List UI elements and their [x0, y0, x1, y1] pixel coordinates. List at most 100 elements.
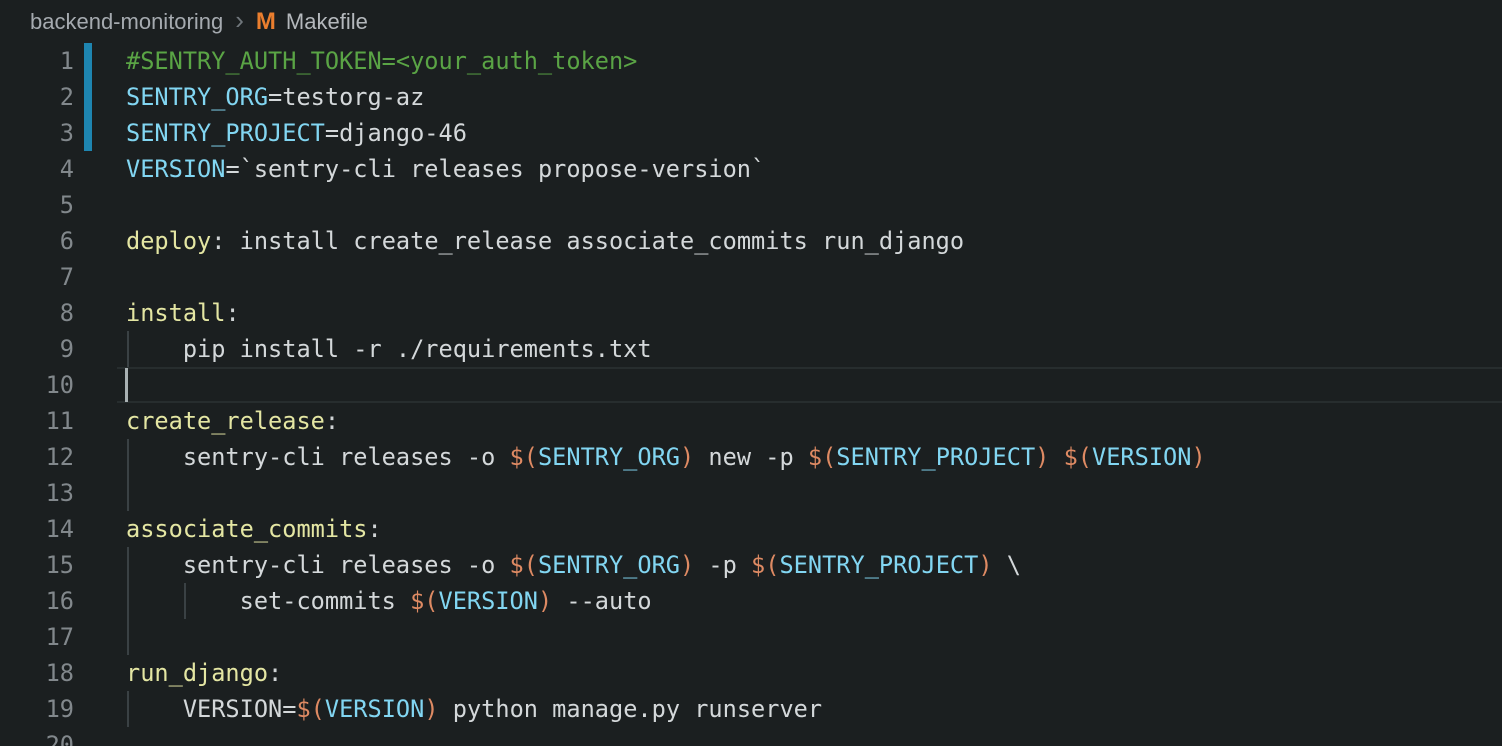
line-number[interactable]: 13 [0, 475, 74, 511]
token-punct: : [325, 407, 339, 435]
line-text: run_django: [74, 655, 1502, 691]
line-body[interactable]: install: [74, 295, 1502, 331]
line-body[interactable]: set-commits $(VERSION) --auto [74, 583, 1502, 619]
code-line-9[interactable]: 9 pip install -r ./requirements.txt [0, 331, 1502, 367]
line-text: sentry-cli releases -o $(SENTRY_ORG) new… [74, 439, 1502, 475]
line-body[interactable] [74, 727, 1502, 746]
token-interp: ) [680, 443, 694, 471]
code-line-18[interactable]: 18run_django: [0, 655, 1502, 691]
line-number[interactable]: 19 [0, 691, 74, 727]
line-body[interactable] [74, 259, 1502, 295]
code-line-8[interactable]: 8install: [0, 295, 1502, 331]
code-line-14[interactable]: 14associate_commits: [0, 511, 1502, 547]
code-line-3[interactable]: 3SENTRY_PROJECT=django-46 [0, 115, 1502, 151]
code-line-19[interactable]: 19 VERSION=$(VERSION) python manage.py r… [0, 691, 1502, 727]
line-number[interactable]: 17 [0, 619, 74, 655]
line-number[interactable]: 7 [0, 259, 74, 295]
code-line-1[interactable]: 1 #SENTRY_AUTH_TOKEN=<your_auth_token> [0, 43, 1502, 79]
line-number[interactable]: 3 [0, 115, 74, 151]
code-line-20[interactable]: 20 [0, 727, 1502, 746]
line-number[interactable]: 18 [0, 655, 74, 691]
line-body[interactable]: run_django: [74, 655, 1502, 691]
text-cursor [125, 368, 128, 402]
token-interp: $( [808, 443, 836, 471]
line-number[interactable]: 5 [0, 187, 74, 223]
breadcrumb: backend-monitoring › M Makefile [0, 0, 1502, 43]
token-variable: VERSION [325, 695, 424, 723]
line-number[interactable]: 10 [0, 367, 74, 403]
token-interp: ) [538, 587, 552, 615]
token-target: run_django [126, 659, 268, 687]
token-plain: set-commits [126, 587, 410, 615]
token-variable: SENTRY_ORG [538, 443, 680, 471]
token-variable: VERSION [126, 155, 225, 183]
line-body[interactable]: sentry-cli releases -o $(SENTRY_ORG) new… [74, 439, 1502, 475]
line-number[interactable]: 9 [0, 331, 74, 367]
token-variable: VERSION [1092, 443, 1191, 471]
token-interp: $( [1064, 443, 1092, 471]
code-line-5[interactable]: 5 [0, 187, 1502, 223]
code-line-6[interactable]: 6deploy: install create_release associat… [0, 223, 1502, 259]
token-variable: SENTRY_ORG [126, 83, 268, 111]
line-body[interactable] [74, 619, 1502, 655]
line-body[interactable]: sentry-cli releases -o $(SENTRY_ORG) -p … [74, 547, 1502, 583]
line-number[interactable]: 20 [0, 727, 74, 746]
line-number[interactable]: 6 [0, 223, 74, 259]
line-body[interactable]: pip install -r ./requirements.txt [74, 331, 1502, 367]
token-interp: ) [680, 551, 694, 579]
indent-guide [127, 475, 129, 511]
token-plain: \ [993, 551, 1021, 579]
line-number[interactable]: 2 [0, 79, 74, 115]
line-body[interactable] [74, 187, 1502, 223]
token-plain: =`sentry-cli releases propose-version` [225, 155, 765, 183]
token-plain: -p [694, 551, 751, 579]
code-line-12[interactable]: 12 sentry-cli releases -o $(SENTRY_ORG) … [0, 439, 1502, 475]
token-interp: $( [751, 551, 779, 579]
token-plain: sentry-cli releases -o [126, 551, 510, 579]
line-number[interactable]: 15 [0, 547, 74, 583]
line-body[interactable]: VERSION=$(VERSION) python manage.py runs… [74, 691, 1502, 727]
breadcrumb-file[interactable]: Makefile [286, 9, 368, 35]
code-line-4[interactable]: 4VERSION=`sentry-cli releases propose-ve… [0, 151, 1502, 187]
line-body[interactable]: #SENTRY_AUTH_TOKEN=<your_auth_token> [74, 43, 1502, 79]
token-plain: =testorg-az [268, 83, 424, 111]
token-plain: --auto [552, 587, 651, 615]
line-text: SENTRY_PROJECT=django-46 [74, 115, 1502, 151]
current-line-highlight [117, 367, 1502, 403]
line-body[interactable]: SENTRY_ORG=testorg-az [74, 79, 1502, 115]
line-body[interactable]: VERSION=`sentry-cli releases propose-ver… [74, 151, 1502, 187]
line-body[interactable]: associate_commits: [74, 511, 1502, 547]
code-line-16[interactable]: 16 set-commits $(VERSION) --auto [0, 583, 1502, 619]
line-text: associate_commits: [74, 511, 1502, 547]
line-number[interactable]: 4 [0, 151, 74, 187]
line-number[interactable]: 14 [0, 511, 74, 547]
token-plain: =django-46 [325, 119, 467, 147]
indent-guide [127, 619, 129, 655]
code-line-11[interactable]: 11create_release: [0, 403, 1502, 439]
line-number[interactable]: 1 [0, 43, 74, 79]
token-punct: : [367, 515, 381, 543]
code-line-10[interactable]: 10 [0, 367, 1502, 403]
code-line-17[interactable]: 17 [0, 619, 1502, 655]
code-editor[interactable]: 1#SENTRY_AUTH_TOKEN=<your_auth_token>2SE… [0, 43, 1502, 746]
line-body[interactable] [74, 475, 1502, 511]
token-plain: python manage.py runserver [439, 695, 823, 723]
line-text: pip install -r ./requirements.txt [74, 331, 1502, 367]
line-number[interactable]: 16 [0, 583, 74, 619]
line-number[interactable]: 8 [0, 295, 74, 331]
code-line-2[interactable]: 2SENTRY_ORG=testorg-az [0, 79, 1502, 115]
line-body[interactable] [74, 367, 1502, 403]
line-number[interactable]: 11 [0, 403, 74, 439]
line-body[interactable]: create_release: [74, 403, 1502, 439]
line-number[interactable]: 12 [0, 439, 74, 475]
token-comment: #SENTRY_AUTH_TOKEN=<your_auth_token> [126, 47, 637, 75]
line-body[interactable]: SENTRY_PROJECT=django-46 [74, 115, 1502, 151]
line-body[interactable]: deploy: install create_release associate… [74, 223, 1502, 259]
code-line-7[interactable]: 7 [0, 259, 1502, 295]
token-variable: VERSION [439, 587, 538, 615]
token-interp: $( [510, 443, 538, 471]
breadcrumb-project[interactable]: backend-monitoring [30, 9, 223, 35]
line-text: SENTRY_ORG=testorg-az [74, 79, 1502, 115]
code-line-13[interactable]: 13 [0, 475, 1502, 511]
code-line-15[interactable]: 15 sentry-cli releases -o $(SENTRY_ORG) … [0, 547, 1502, 583]
